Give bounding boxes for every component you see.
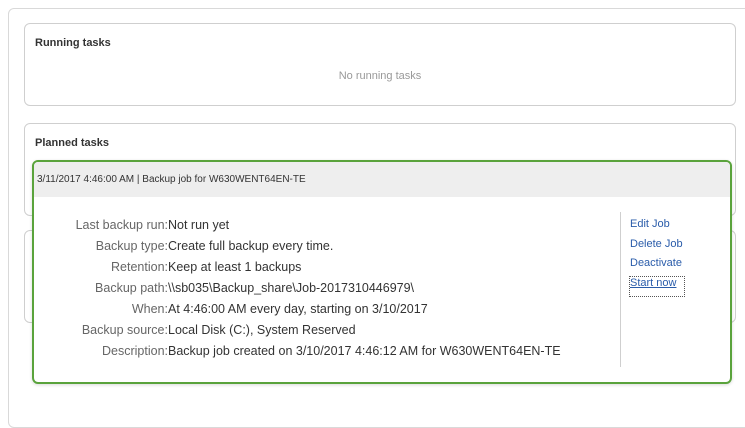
retention-value: Keep at least 1 backups [168, 260, 302, 274]
no-running-tasks-message: No running tasks [338, 70, 422, 82]
running-tasks-title: Running tasks [35, 37, 111, 49]
backup-type-label: Backup type: [95, 239, 168, 253]
start-now-link[interactable]: Start now [629, 275, 685, 297]
retention-label: Retention: [111, 260, 168, 274]
detail-row-when: When: At 4:46:00 AM every day, starting … [48, 302, 628, 323]
delete-job-link[interactable]: Delete Job [630, 238, 684, 258]
backup-source-value: Local Disk (C:), System Reserved [168, 323, 356, 337]
detail-row-retention: Retention: Keep at least 1 backups [48, 260, 628, 281]
description-label: Description: [102, 344, 168, 358]
planned-task-item[interactable]: 3/11/2017 4:46:00 AM | Backup job for W6… [32, 160, 732, 384]
backup-type-value: Create full backup every time. [168, 239, 334, 253]
task-details: Last backup run: Not run yet Backup type… [48, 218, 628, 365]
deactivate-link[interactable]: Deactivate [630, 257, 684, 277]
last-run-value: Not run yet [168, 218, 230, 232]
backup-source-label: Backup source: [81, 323, 168, 337]
detail-row-description: Description: Backup job created on 3/10/… [48, 344, 628, 365]
actions-divider [620, 212, 621, 367]
detail-row-last-run: Last backup run: Not run yet [48, 218, 628, 239]
task-actions: Edit Job Delete Job Deactivate Start now [629, 218, 685, 297]
backup-path-value: \\sb035\Backup_share\Job-2017310446979\ [168, 281, 415, 295]
detail-row-backup-path: Backup path: \\sb035\Backup_share\Job-20… [48, 281, 628, 302]
task-header[interactable]: 3/11/2017 4:46:00 AM | Backup job for W6… [34, 162, 730, 197]
planned-tasks-title: Planned tasks [35, 137, 109, 149]
when-label: When: [131, 302, 168, 316]
when-value: At 4:46:00 AM every day, starting on 3/1… [168, 302, 428, 316]
running-tasks-panel: Running tasks No running tasks [24, 23, 736, 106]
description-value: Backup job created on 3/10/2017 4:46:12 … [168, 344, 561, 358]
detail-row-backup-source: Backup source: Local Disk (C:), System R… [48, 323, 628, 344]
last-run-label: Last backup run: [75, 218, 168, 232]
backup-path-label: Backup path: [95, 281, 168, 295]
detail-row-backup-type: Backup type: Create full backup every ti… [48, 239, 628, 260]
edit-job-link[interactable]: Edit Job [630, 218, 684, 238]
